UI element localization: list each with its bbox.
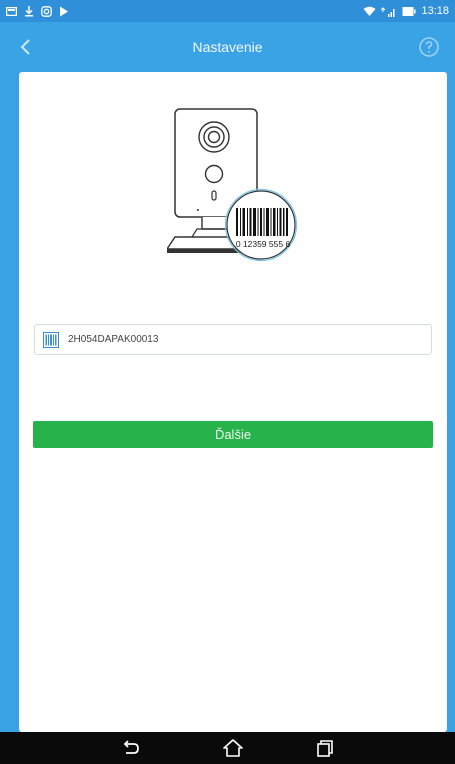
download-icon <box>25 5 33 16</box>
camera-led <box>211 190 217 201</box>
app-bar: Nastavenie <box>0 22 455 72</box>
home-icon[interactable] <box>222 738 244 758</box>
barcode-bars <box>236 208 288 236</box>
page-title: Nastavenie <box>192 39 263 55</box>
barcode-number: 0 12359 555 6 <box>236 239 291 249</box>
signal-icon <box>381 6 395 17</box>
help-icon[interactable] <box>417 35 441 59</box>
status-bar: 13:18 <box>0 0 455 22</box>
status-system: 13:18 <box>363 5 449 17</box>
navigation-bar <box>0 732 455 764</box>
status-notifications <box>6 5 69 17</box>
notification-icon <box>6 6 17 16</box>
camera-sensor <box>204 164 224 184</box>
serial-number-field[interactable] <box>34 324 432 355</box>
content-card: 0 12359 555 6 Ďalšie <box>19 72 447 732</box>
camera-barcode-illustration: 0 12359 555 6 <box>167 108 298 262</box>
barcode-icon[interactable] <box>43 331 59 348</box>
next-button[interactable]: Ďalšie <box>33 421 433 448</box>
back-icon[interactable] <box>120 738 142 758</box>
battery-icon <box>402 6 416 16</box>
status-time: 13:18 <box>421 5 449 17</box>
serial-number-input[interactable] <box>68 334 398 345</box>
instagram-icon <box>41 5 52 17</box>
wifi-icon <box>363 6 376 16</box>
camera-stand <box>201 217 230 230</box>
play-store-icon <box>60 6 68 16</box>
recents-icon[interactable] <box>314 738 336 758</box>
